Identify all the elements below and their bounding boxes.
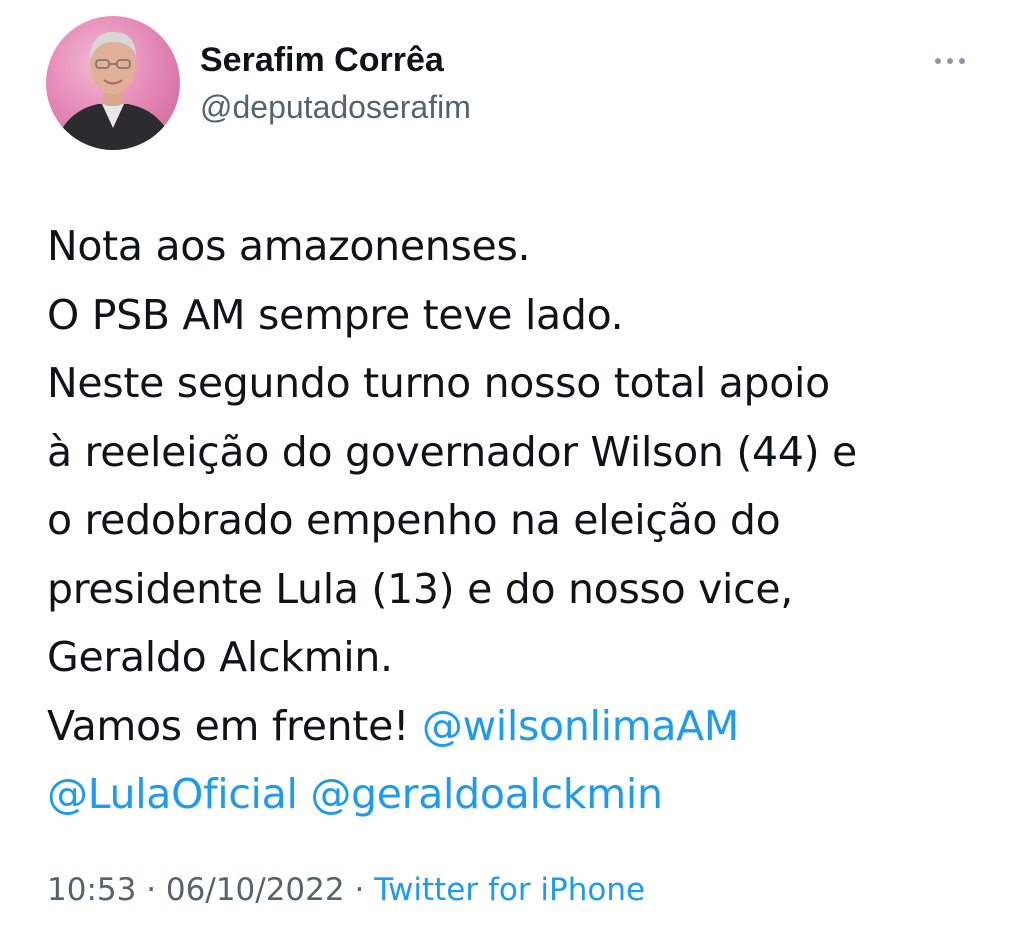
- tweet: Serafim Corrêa @deputadoserafim Nota aos…: [0, 0, 1024, 937]
- tweet-line: @LulaOficial @geraldoalckmin: [47, 760, 997, 829]
- tweet-source-link[interactable]: Twitter for iPhone: [374, 872, 645, 908]
- avatar-photo: [54, 32, 174, 150]
- closing-text: Vamos em frente!: [47, 701, 410, 750]
- tweet-line: Neste segundo turno nosso total apoio: [47, 359, 830, 407]
- more-dot: [947, 58, 953, 64]
- author-name[interactable]: Serafim Corrêa: [200, 40, 444, 80]
- meta-separator: ·: [354, 872, 365, 908]
- tweet-time[interactable]: 10:53: [47, 872, 136, 908]
- tweet-line: Nota aos amazonenses.: [47, 222, 531, 270]
- tweet-line: Vamos em frente! @wilsonlimaAM: [47, 692, 997, 761]
- tweet-date[interactable]: 06/10/2022: [166, 872, 345, 908]
- tweet-line: O PSB AM sempre teve lado.: [47, 290, 624, 339]
- avatar[interactable]: [46, 16, 180, 150]
- tweet-text: Nota aos amazonenses. O PSB AM sempre te…: [47, 212, 997, 829]
- tweet-meta: 10:53 · 06/10/2022 · Twitter for iPhone: [47, 865, 645, 915]
- more-dot: [959, 58, 965, 64]
- mention-link[interactable]: @LulaOficial: [47, 770, 298, 818]
- mention-link[interactable]: @geraldoalckmin: [310, 770, 663, 818]
- tweet-line: Geraldo Alckmin.: [47, 633, 393, 681]
- tweet-line: o redobrado empenho na eleição do: [47, 496, 781, 544]
- tweet-line: à reeleição do governador Wilson (44) e: [47, 427, 857, 476]
- meta-separator: ·: [146, 872, 157, 908]
- more-horizontal-icon[interactable]: [922, 46, 978, 76]
- tweet-line: presidente Lula (13) e do nosso vice,: [47, 564, 794, 613]
- mention-link[interactable]: @wilsonlimaAM: [422, 702, 739, 750]
- author-handle[interactable]: @deputadoserafim: [200, 87, 471, 127]
- more-dot: [935, 58, 941, 64]
